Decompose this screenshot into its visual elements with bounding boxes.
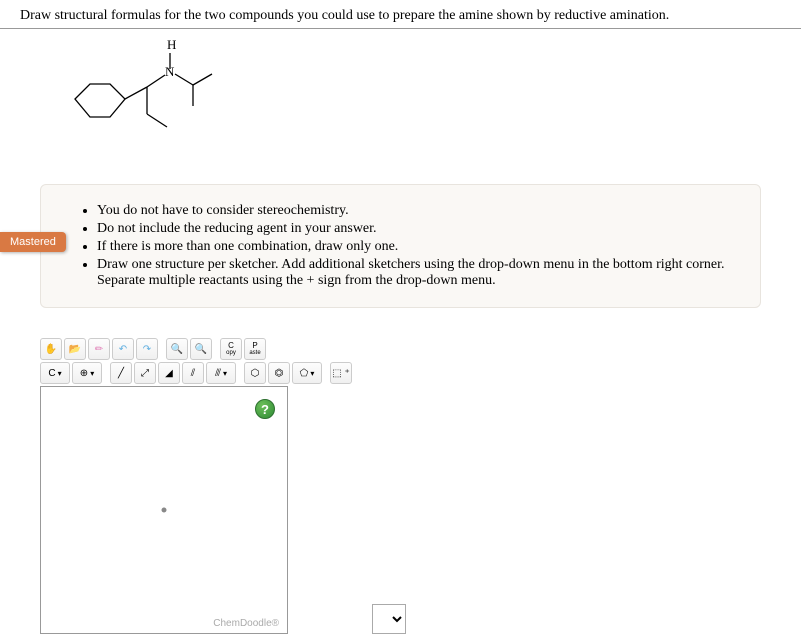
- redo-tool[interactable]: ↷: [136, 338, 158, 360]
- instructions-list: You do not have to consider stereochemis…: [61, 203, 740, 289]
- instruction-item: If there is more than one combination, d…: [97, 239, 740, 255]
- copy-button[interactable]: Copy: [220, 338, 242, 360]
- open-tool[interactable]: 📂: [64, 338, 86, 360]
- zoom-in-tool[interactable]: 🔍: [166, 338, 188, 360]
- single-bond-tool[interactable]: ╱: [110, 362, 132, 384]
- recessed-bond-tool[interactable]: ⤢: [134, 362, 156, 384]
- h-label: H: [167, 39, 176, 52]
- question-text: Draw structural formulas for the two com…: [0, 0, 801, 29]
- undo-tool[interactable]: ↶: [112, 338, 134, 360]
- move-tool[interactable]: ✋: [40, 338, 62, 360]
- toolbar-row-1: ✋ 📂 ✏ ↶ ↷ 🔍 🔍 Copy Paste: [40, 338, 410, 360]
- instruction-item: You do not have to consider stereochemis…: [97, 203, 740, 219]
- element-dropdown[interactable]: C: [40, 362, 70, 384]
- sketcher-widget: ✋ 📂 ✏ ↶ ↷ 🔍 🔍 Copy Paste C ⊕ ╱ ⤢ ◢ ⫽ ⫻ ⬡…: [40, 338, 410, 634]
- chemdoodle-brand: ChemDoodle®: [213, 618, 279, 629]
- zoom-out-tool[interactable]: 🔍: [190, 338, 212, 360]
- mastered-badge: Mastered: [0, 232, 66, 252]
- instruction-item: Draw one structure per sketcher. Add add…: [97, 257, 740, 289]
- protruding-bond-tool[interactable]: ◢: [158, 362, 180, 384]
- ring-dropdown[interactable]: ⬠: [292, 362, 322, 384]
- target-molecule-structure: H N: [0, 29, 801, 174]
- canvas-origin-dot: [162, 508, 167, 513]
- toolbar-row-2: C ⊕ ╱ ⤢ ◢ ⫽ ⫻ ⬡ ⏣ ⬠ ⬚ ⁺: [40, 362, 410, 384]
- triple-bond-dropdown[interactable]: ⫻: [206, 362, 236, 384]
- add-sketcher-dropdown[interactable]: [372, 604, 406, 634]
- double-bond-tool[interactable]: ⫽: [182, 362, 204, 384]
- cyclohexane-tool[interactable]: ⬡: [244, 362, 266, 384]
- charge-dropdown[interactable]: ⊕: [72, 362, 102, 384]
- erase-tool[interactable]: ✏: [88, 338, 110, 360]
- benzene-tool[interactable]: ⏣: [268, 362, 290, 384]
- help-icon[interactable]: ?: [255, 399, 275, 419]
- instruction-item: Do not include the reducing agent in you…: [97, 221, 740, 237]
- n-label: N: [165, 64, 175, 79]
- instructions-panel: You do not have to consider stereochemis…: [40, 184, 761, 308]
- marquee-tool[interactable]: ⬚ ⁺: [330, 362, 352, 384]
- paste-button[interactable]: Paste: [244, 338, 266, 360]
- drawing-canvas[interactable]: ? ChemDoodle®: [40, 386, 288, 634]
